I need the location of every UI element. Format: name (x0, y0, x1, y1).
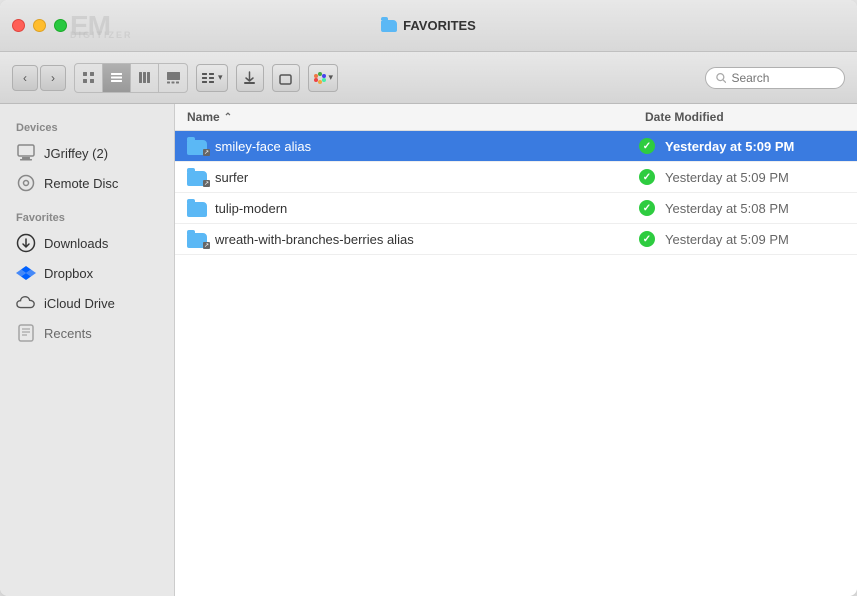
file-status: ✓ (635, 200, 659, 216)
file-name: wreath-with-branches-berries alias (215, 232, 629, 247)
file-icon-wrap: ↗ (187, 137, 209, 155)
finder-window: EM DIGITIZER FAVORITES ‹ › (0, 0, 857, 596)
sidebar-item-jgriffey[interactable]: JGriffey (2) (0, 138, 174, 168)
sidebar-item-remote-disc[interactable]: Remote Disc (0, 168, 174, 198)
file-icon-wrap (187, 199, 209, 217)
file-icon-wrap: ↗ (187, 168, 209, 186)
sidebar-label-jgriffey: JGriffey (2) (44, 146, 108, 161)
table-row[interactable]: ↗ smiley-face alias ✓ Yesterday at 5:09 … (175, 131, 857, 162)
content-area: Devices JGriffey (2) (0, 104, 857, 596)
file-name: tulip-modern (215, 201, 629, 216)
sidebar-item-dropbox[interactable]: Dropbox (0, 258, 174, 288)
file-date: Yesterday at 5:09 PM (665, 139, 845, 154)
window-title: FAVORITES (381, 18, 476, 33)
file-rows-container: ↗ smiley-face alias ✓ Yesterday at 5:09 … (175, 131, 857, 255)
folder-icon (187, 202, 207, 217)
sync-status-icon: ✓ (639, 169, 655, 185)
column-view-button[interactable] (131, 64, 159, 92)
icon-view-button[interactable] (75, 64, 103, 92)
file-date: Yesterday at 5:09 PM (665, 232, 845, 247)
sidebar-label-remote-disc: Remote Disc (44, 176, 118, 191)
file-name: smiley-face alias (215, 139, 629, 154)
gallery-view-button[interactable] (159, 64, 187, 92)
dropbox-icon (16, 263, 36, 283)
column-name-header[interactable]: Name ⌃ (187, 110, 639, 124)
share-button[interactable] (272, 64, 300, 92)
watermark-digitizer: DIGITIZER (70, 30, 133, 40)
file-status: ✓ (635, 138, 659, 154)
toolbar: ‹ › (0, 52, 857, 104)
title-folder-icon (381, 20, 397, 32)
downloads-icon (16, 233, 36, 253)
minimize-button[interactable] (33, 19, 46, 32)
table-row[interactable]: ↗ wreath-with-branches-berries alias ✓ Y… (175, 224, 857, 255)
traffic-lights (12, 19, 67, 32)
sidebar-label-icloud: iCloud Drive (44, 296, 115, 311)
sync-status-icon: ✓ (639, 231, 655, 247)
arrange-button[interactable]: ▾ (196, 64, 228, 92)
alias-badge: ↗ (203, 149, 210, 156)
forward-button[interactable]: › (40, 65, 66, 91)
disc-icon (16, 173, 36, 193)
close-button[interactable] (12, 19, 25, 32)
table-row[interactable]: tulip-modern ✓ Yesterday at 5:08 PM (175, 193, 857, 224)
arrange-dropdown-arrow: ▾ (218, 72, 223, 83)
nav-buttons: ‹ › (12, 65, 66, 91)
file-status: ✓ (635, 169, 659, 185)
back-button[interactable]: ‹ (12, 65, 38, 91)
file-date: Yesterday at 5:09 PM (665, 170, 845, 185)
icloud-icon (16, 293, 36, 313)
sidebar-label-downloads: Downloads (44, 236, 108, 251)
list-view-button[interactable] (103, 64, 131, 92)
alias-badge: ↗ (203, 180, 210, 187)
action-button[interactable] (236, 64, 264, 92)
recents-icon (16, 323, 36, 343)
computer-icon (16, 143, 36, 163)
sidebar-item-icloud[interactable]: iCloud Drive (0, 288, 174, 318)
sidebar-item-downloads[interactable]: Downloads (0, 228, 174, 258)
sync-status-icon: ✓ (639, 200, 655, 216)
title-bar: EM DIGITIZER FAVORITES (0, 0, 857, 52)
sidebar-label-recents: Recents (44, 326, 92, 341)
sidebar-label-dropbox: Dropbox (44, 266, 93, 281)
devices-header: Devices (0, 116, 174, 138)
sidebar: Devices JGriffey (2) (0, 104, 175, 596)
file-date: Yesterday at 5:08 PM (665, 201, 845, 216)
tag-dropdown-arrow: ▾ (329, 72, 334, 83)
alias-badge: ↗ (203, 242, 210, 249)
file-list-header: Name ⌃ Date Modified (175, 104, 857, 131)
sidebar-item-recents[interactable]: Recents (0, 318, 174, 348)
maximize-button[interactable] (54, 19, 67, 32)
search-box[interactable] (705, 67, 845, 89)
file-list: Name ⌃ Date Modified ↗ smiley-face alias… (175, 104, 857, 596)
search-input[interactable] (731, 71, 834, 85)
tag-button[interactable]: ▾ (308, 64, 339, 92)
sort-arrow-icon: ⌃ (224, 112, 232, 123)
search-icon (716, 72, 726, 84)
file-status: ✓ (635, 231, 659, 247)
file-name: surfer (215, 170, 629, 185)
table-row[interactable]: ↗ surfer ✓ Yesterday at 5:09 PM (175, 162, 857, 193)
column-date-header[interactable]: Date Modified (645, 110, 845, 124)
favorites-header: Favorites (0, 206, 174, 228)
sync-status-icon: ✓ (639, 138, 655, 154)
view-mode-group (74, 63, 188, 93)
file-icon-wrap: ↗ (187, 230, 209, 248)
